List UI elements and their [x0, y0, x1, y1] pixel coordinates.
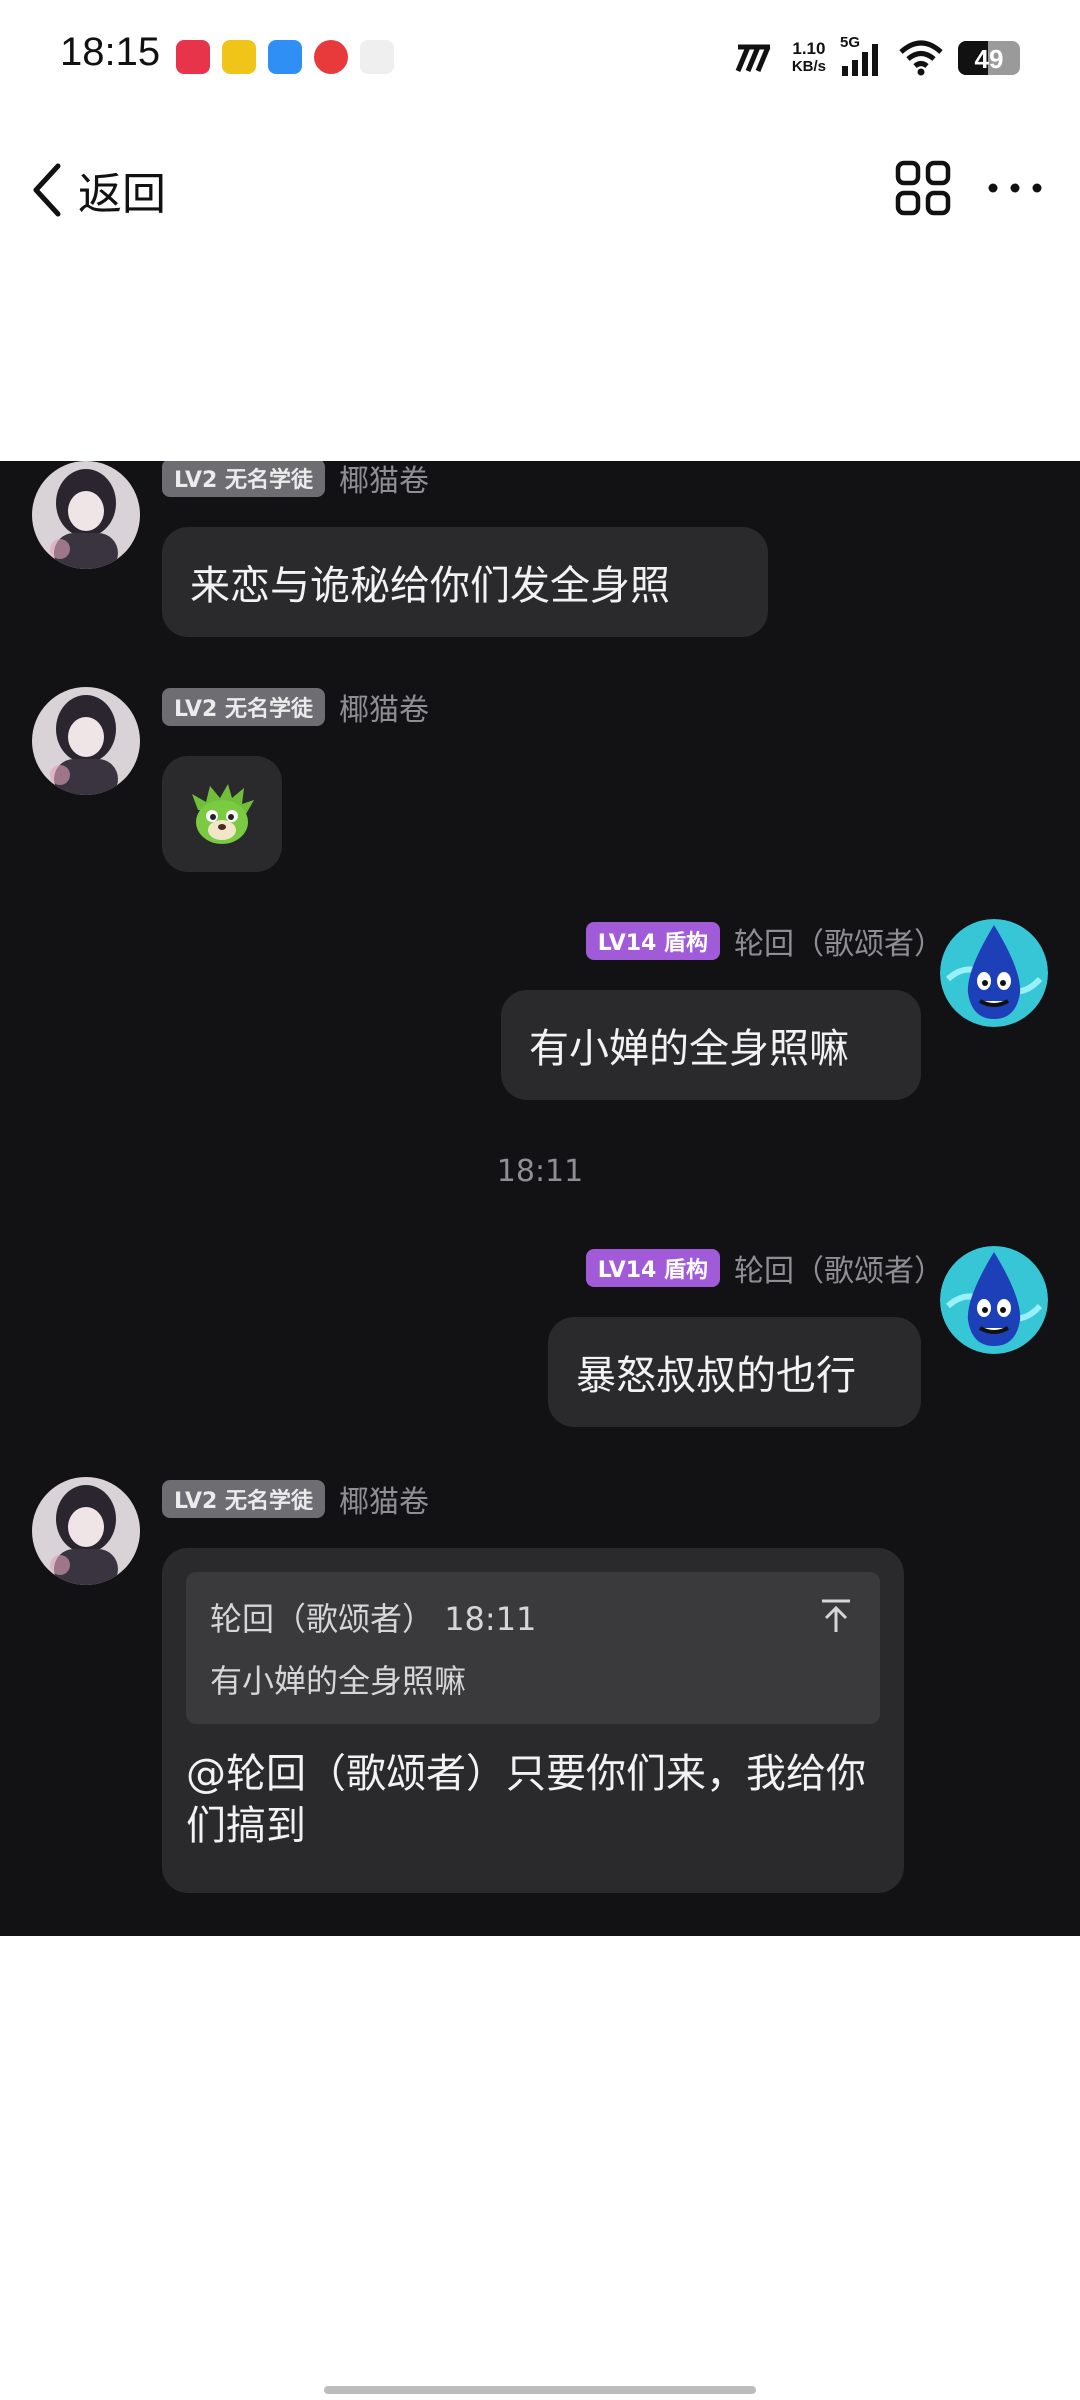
message-text: @轮回（歌颂者）只要你们来，我给你们搞到 [186, 1751, 866, 1849]
back-label: 返回 [78, 169, 166, 220]
network-speed-value: 1.10 [792, 39, 826, 58]
quoted-message[interactable]: 轮回（歌颂者） 18:11 有小婵的全身照嘛 [186, 1572, 880, 1724]
reply-message-bubble[interactable]: 轮回（歌颂者） 18:11 有小婵的全身照嘛 @轮回（歌颂者）只要你们来，我给你… [162, 1548, 904, 1893]
message-text: 有小婵的全身照嘛 [529, 1026, 849, 1072]
quote-text: 有小婵的全身照嘛 [210, 1662, 467, 1700]
sender-meta: LV14 盾构 轮回（歌颂者） [585, 921, 944, 962]
sender-meta: LV2 无名学徒 椰猫卷 [162, 1479, 429, 1520]
xiaohongshu-icon [176, 40, 210, 74]
grid-icon[interactable] [895, 160, 951, 216]
message-bubble[interactable]: 有小婵的全身照嘛 [501, 990, 921, 1100]
battery-indicator: 49 [958, 41, 1020, 75]
battery-level: 49 [974, 44, 1004, 74]
top-nav-bar: 返回 [0, 130, 1080, 250]
sender-meta: LV2 无名学徒 椰猫卷 [162, 461, 429, 499]
sender-name: 轮回（歌颂者） [734, 927, 944, 962]
sticker-bubble[interactable] [162, 756, 282, 872]
level-badge: LV14 盾构 [585, 922, 720, 960]
sender-name: 椰猫卷 [338, 693, 429, 728]
sender-meta: LV14 盾构 轮回（歌颂者） [585, 1248, 944, 1289]
sender-meta: LV2 无名学徒 椰猫卷 [162, 687, 429, 728]
message-bubble[interactable]: 来恋与诡秘给你们发全身照 [162, 527, 768, 637]
avatar-samsara[interactable] [940, 919, 1048, 1027]
chevron-left-icon [33, 163, 61, 217]
quote-header: 轮回（歌颂者） 18:11 [210, 1594, 536, 1640]
message-bubble[interactable]: 暴怒叔叔的也行 [548, 1317, 921, 1427]
sender-name: 椰猫卷 [338, 464, 429, 499]
home-indicator[interactable] [324, 2386, 756, 2394]
back-button[interactable]: 返回 [30, 155, 166, 225]
quote-time: 18:11 [444, 1600, 537, 1638]
status-bar: 18:15 1.10 KB/s 5G 49 [0, 0, 1080, 115]
green-monster-sticker [192, 784, 254, 844]
avatar-coconut-cat[interactable] [32, 687, 140, 795]
jump-to-top-icon[interactable] [816, 1596, 856, 1636]
cellular-icon: 5G [840, 34, 884, 78]
signal-strength-icon [735, 44, 771, 72]
message-text: 暴怒叔叔的也行 [576, 1353, 856, 1399]
chat-screen: 18:15 1.10 KB/s 5G 49 返回 LV2 无名学徒 椰猫卷 来恋… [0, 0, 1080, 2400]
level-badge: LV2 无名学徒 [162, 688, 325, 726]
status-time: 18:15 [60, 30, 161, 74]
more-icon[interactable] [985, 160, 1045, 216]
game-app-icon [222, 40, 256, 74]
level-badge: LV14 盾构 [585, 1249, 720, 1287]
message-text: 来恋与诡秘给你们发全身照 [190, 563, 670, 609]
avatar-coconut-cat[interactable] [32, 461, 140, 569]
level-badge: LV2 无名学徒 [162, 461, 325, 497]
tiktok-icon [360, 40, 394, 74]
browser-app-icon [268, 40, 302, 74]
level-badge: LV2 无名学徒 [162, 1480, 325, 1518]
chat-timestamp: 18:11 [496, 1154, 584, 1189]
sender-name: 椰猫卷 [338, 1485, 429, 1520]
network-speed: 1.10 KB/s [792, 40, 826, 76]
wifi-icon [899, 40, 943, 76]
avatar-coconut-cat[interactable] [32, 1477, 140, 1585]
status-icons: 1.10 KB/s 5G 49 [734, 34, 1020, 82]
quote-author: 轮回（歌颂者） [210, 1600, 435, 1638]
network-speed-unit: KB/s [791, 58, 826, 75]
chat-messages-area: LV2 无名学徒 椰猫卷 来恋与诡秘给你们发全身照 LV2 无名学徒 椰猫卷 L… [0, 461, 1080, 1936]
avatar-samsara[interactable] [940, 1246, 1048, 1354]
sender-name: 轮回（歌颂者） [734, 1254, 944, 1289]
netease-music-icon [314, 40, 348, 74]
